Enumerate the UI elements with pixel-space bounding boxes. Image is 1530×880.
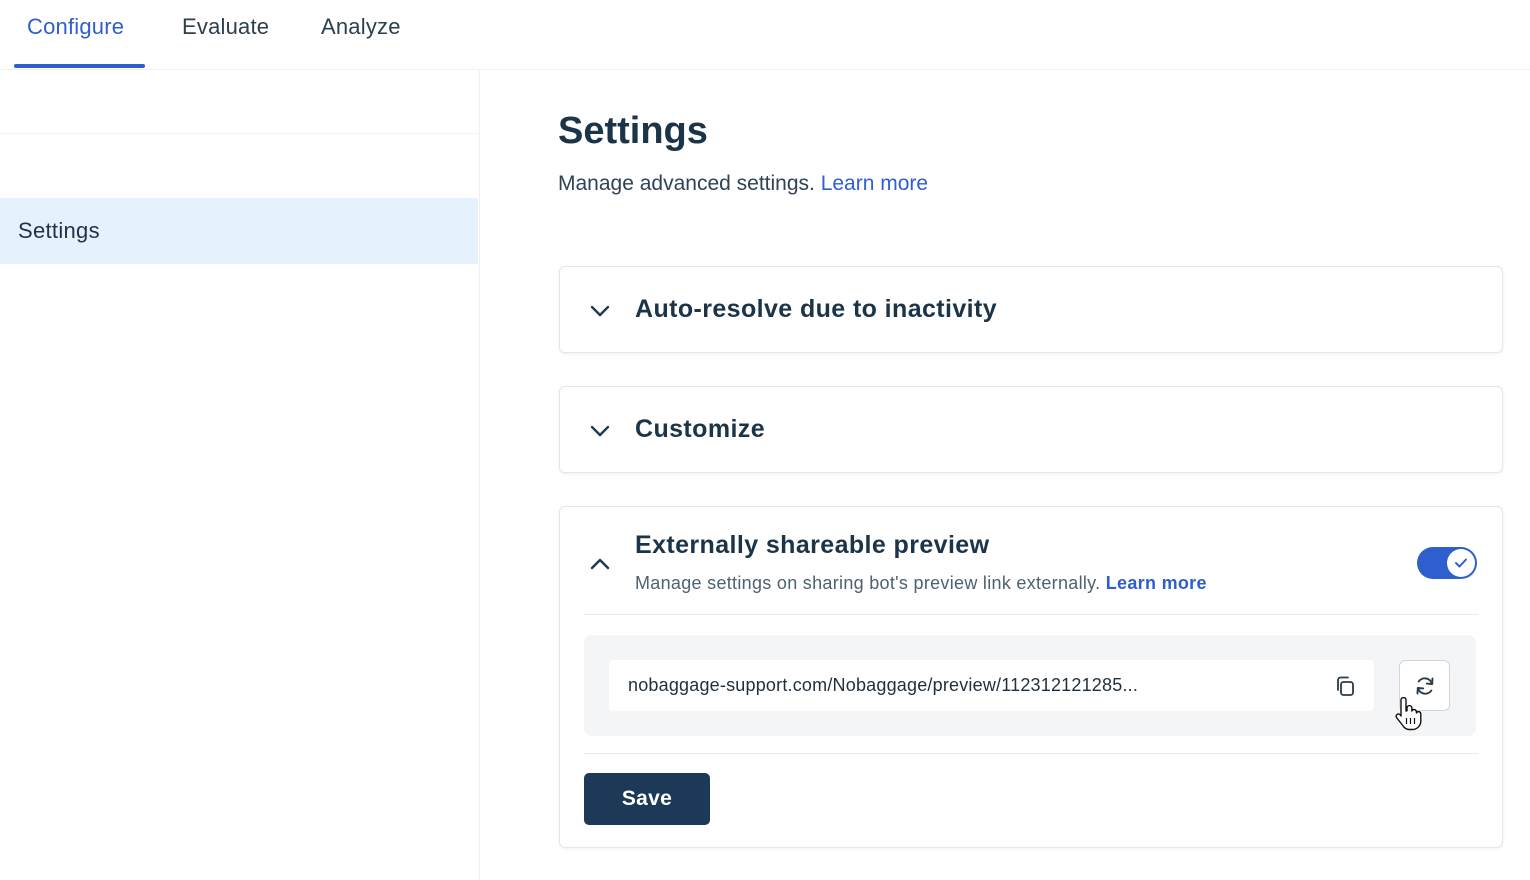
refresh-link-button[interactable] <box>1399 660 1450 711</box>
section-description-text: Manage settings on sharing bot's preview… <box>635 573 1101 593</box>
tab-analyze[interactable]: Analyze <box>321 14 401 40</box>
preview-url-field[interactable]: nobaggage-support.com/Nobaggage/preview/… <box>609 660 1374 711</box>
active-tab-indicator <box>14 64 145 68</box>
section-customize[interactable]: Customize <box>559 386 1503 473</box>
section-title: Auto-resolve due to inactivity <box>635 295 998 323</box>
section-auto-resolve[interactable]: Auto-resolve due to inactivity <box>559 266 1503 353</box>
tab-configure[interactable]: Configure <box>27 14 124 40</box>
section-learn-more-link[interactable]: Learn more <box>1106 573 1207 593</box>
sidebar-item-settings[interactable]: Settings <box>0 198 478 264</box>
section-divider <box>584 753 1478 754</box>
top-tab-bar: Configure Evaluate Analyze <box>0 0 1530 70</box>
preview-url-panel: nobaggage-support.com/Nobaggage/preview/… <box>584 635 1476 736</box>
page-subtitle: Manage advanced settings. Learn more <box>558 172 928 196</box>
page-subtitle-text: Manage advanced settings. <box>558 172 815 195</box>
section-title: Externally shareable preview <box>635 531 990 559</box>
copy-icon[interactable] <box>1331 672 1359 700</box>
sidebar-item-label: Settings <box>18 218 100 243</box>
section-title: Customize <box>635 415 766 443</box>
section-description: Manage settings on sharing bot's preview… <box>635 573 1207 594</box>
chevron-up-icon[interactable] <box>588 552 612 576</box>
refresh-icon <box>1416 676 1433 695</box>
preview-sharing-toggle[interactable] <box>1417 547 1477 579</box>
tab-evaluate[interactable]: Evaluate <box>182 14 269 40</box>
chevron-down-icon[interactable] <box>588 299 612 323</box>
page-title: Settings <box>558 110 708 152</box>
chevron-down-icon[interactable] <box>588 419 612 443</box>
sidebar-divider <box>0 133 480 134</box>
sidebar: Settings <box>0 70 480 880</box>
toggle-knob <box>1447 549 1475 577</box>
check-icon <box>1455 558 1467 568</box>
learn-more-link[interactable]: Learn more <box>821 172 928 195</box>
section-externally-shareable-preview: Externally shareable preview Manage sett… <box>559 506 1503 848</box>
section-divider <box>584 614 1478 615</box>
preview-url-text: nobaggage-support.com/Nobaggage/preview/… <box>628 675 1139 695</box>
save-button[interactable]: Save <box>584 773 710 825</box>
